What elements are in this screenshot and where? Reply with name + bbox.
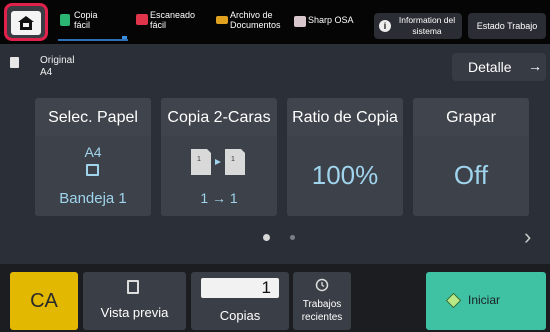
start-icon [445,292,462,309]
staple-tile[interactable]: Grapar Off [413,98,529,216]
home-icon [18,16,34,30]
duplex-value: 1 → 1 [200,190,238,206]
job-status-label: Estado Trabajo [476,21,538,31]
detail-label: Detalle [468,59,512,75]
duplex-body: 1 1 1 → 1 [161,136,277,216]
active-tab-dot [122,36,127,39]
tab-escaneado-facil[interactable]: Escaneado fácil [136,10,206,40]
copy-ratio-title: Ratio de Copia [287,98,403,136]
paper-select-title: Selec. Papel [35,98,151,136]
arrow-right-icon: → [528,58,542,74]
copies-count-field[interactable]: 1 [201,278,279,298]
top-bar: Copia fácil Escaneado fácil Archivo de D… [0,0,550,44]
system-info-label: Information del sistema [398,15,456,36]
copies-label: Copias [219,308,261,323]
detail-button[interactable]: Detalle → [452,53,546,81]
home-highlight [4,3,48,41]
tab-archivo-documentos[interactable]: Archivo de Documentos [216,10,292,40]
paper-size-value: A4 [84,144,102,160]
copy-ratio-tile[interactable]: Ratio de Copia 100% [287,98,403,216]
tab-sharp-osa-label: Sharp OSA [308,15,354,25]
duplex-title: Copia 2-Caras [161,98,277,136]
staple-title: Grapar [413,98,529,136]
svg-text:1: 1 [231,156,235,163]
preview-label: Vista previa [100,305,169,320]
recent-jobs-button[interactable]: Trabajos recientes [293,272,351,330]
svg-text:1: 1 [197,156,201,163]
page-indicator-inactive[interactable] [290,235,295,240]
tab-copia-facil[interactable]: Copia fácil [60,10,122,40]
preview-icon [127,280,139,294]
duplex-icon: 1 1 [191,149,245,175]
info-icon: i [379,20,391,32]
tray-value: Bandeja 1 [59,190,127,207]
recent-jobs-label: Trabajos recientes [301,299,343,323]
folder-icon [216,16,228,24]
preview-button[interactable]: Vista previa [83,272,186,330]
copy-icon [60,14,70,26]
document-icon [10,57,19,68]
chevron-right-icon[interactable]: › [524,224,531,250]
staple-value: Off [453,160,489,190]
paper-select-tile[interactable]: Selec. Papel A4 Bandeja 1 [35,98,151,216]
system-info-button[interactable]: i Information del sistema [374,13,462,39]
active-tab-indicator [58,39,128,41]
copy-ratio-body: 100% [287,136,403,216]
paper-select-body: A4 Bandeja 1 [35,136,151,216]
tab-archivo-documentos-label: Archivo de Documentos [230,10,281,30]
original-label: Original [40,55,75,66]
start-button[interactable]: Iniciar [426,272,546,330]
job-status-button[interactable]: Estado Trabajo [468,13,546,39]
start-label: Iniciar [468,293,501,307]
copy-ratio-value: 100% [311,160,379,190]
tab-copia-facil-label: Copia fácil [74,10,98,30]
staple-body: Off [413,136,529,216]
app-icon [294,16,306,27]
tray-icon [86,164,99,176]
clear-all-button[interactable]: CA [10,272,78,330]
history-icon [315,278,329,292]
tab-escaneado-facil-label: Escaneado fácil [150,10,196,30]
copies-button[interactable]: 1 Copias [191,272,289,330]
home-button[interactable] [11,11,41,35]
duplex-tile[interactable]: Copia 2-Caras 1 1 1 → 1 [161,98,277,216]
original-value: A4 [40,67,53,78]
copy-screen: Copia fácil Escaneado fácil Archivo de D… [0,0,550,332]
scan-icon [136,14,148,25]
tab-sharp-osa[interactable]: Sharp OSA [294,10,364,40]
page-indicator-active [263,234,270,241]
